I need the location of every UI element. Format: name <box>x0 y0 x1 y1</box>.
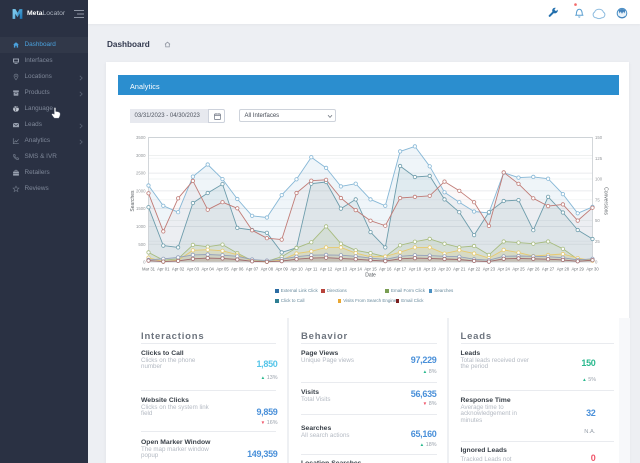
svg-text:Apr 02: Apr 02 <box>172 267 185 272</box>
svg-text:Apr 21: Apr 21 <box>453 267 466 272</box>
svg-text:50: 50 <box>595 218 600 223</box>
svg-text:Apr 16: Apr 16 <box>379 267 392 272</box>
svg-text:Apr 22: Apr 22 <box>468 267 481 272</box>
svg-text:125: 125 <box>595 156 603 161</box>
svg-text:Apr 04: Apr 04 <box>202 267 215 272</box>
svg-text:100: 100 <box>595 177 603 182</box>
svg-text:Conversions: Conversions <box>603 187 609 215</box>
svg-text:75: 75 <box>595 197 600 202</box>
svg-text:Apr 07: Apr 07 <box>246 267 259 272</box>
svg-text:Apr 09: Apr 09 <box>276 267 289 272</box>
svg-text:Date: Date <box>365 273 376 279</box>
svg-text:Apr 26: Apr 26 <box>527 267 540 272</box>
svg-text:150: 150 <box>595 135 603 140</box>
svg-text:Apr 18: Apr 18 <box>409 267 422 272</box>
svg-text:Apr 27: Apr 27 <box>542 267 555 272</box>
svg-text:Apr 20: Apr 20 <box>438 267 451 272</box>
svg-text:Apr 01: Apr 01 <box>157 267 170 272</box>
svg-text:Apr 05: Apr 05 <box>216 267 229 272</box>
svg-text:Apr 17: Apr 17 <box>394 267 407 272</box>
svg-text:Apr 10: Apr 10 <box>290 267 303 272</box>
svg-text:Apr 15: Apr 15 <box>364 267 377 272</box>
svg-text:2500: 2500 <box>136 171 146 176</box>
svg-text:Apr 29: Apr 29 <box>572 267 585 272</box>
svg-text:3000: 3000 <box>136 153 146 158</box>
svg-text:Apr 14: Apr 14 <box>350 267 363 272</box>
svg-text:Apr 23: Apr 23 <box>483 267 496 272</box>
svg-text:0: 0 <box>595 260 598 265</box>
svg-text:25: 25 <box>595 239 600 244</box>
svg-text:500: 500 <box>138 242 146 247</box>
svg-text:Apr 03: Apr 03 <box>187 267 200 272</box>
svg-text:Apr 12: Apr 12 <box>320 267 333 272</box>
svg-text:Apr 13: Apr 13 <box>335 267 348 272</box>
svg-text:Apr 06: Apr 06 <box>231 267 244 272</box>
svg-text:1000: 1000 <box>136 224 146 229</box>
svg-text:Searches: Searches <box>130 190 136 212</box>
svg-text:Apr 11: Apr 11 <box>305 267 318 272</box>
svg-text:Apr 28: Apr 28 <box>557 267 570 272</box>
svg-text:3500: 3500 <box>136 135 146 140</box>
svg-text:2000: 2000 <box>136 189 146 194</box>
svg-text:Apr 24: Apr 24 <box>498 267 511 272</box>
svg-text:0: 0 <box>143 260 146 265</box>
svg-text:Apr 08: Apr 08 <box>261 267 274 272</box>
svg-text:Apr 30: Apr 30 <box>586 267 599 272</box>
svg-text:Apr 25: Apr 25 <box>512 267 525 272</box>
svg-text:Mar 31: Mar 31 <box>142 267 156 272</box>
svg-text:1500: 1500 <box>136 206 146 211</box>
svg-text:Apr 19: Apr 19 <box>424 267 437 272</box>
